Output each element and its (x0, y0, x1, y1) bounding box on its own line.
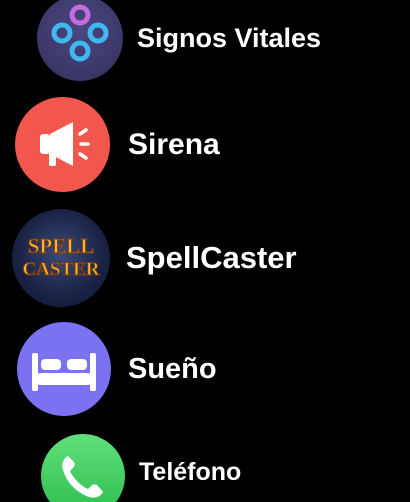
watch-app-list: Signos Vitales Sirena SPELL CASTER Spell… (0, 0, 410, 502)
app-label-sirena: Sirena (128, 127, 220, 161)
vital-signs-icon (37, 0, 123, 81)
spellcaster-logo-icon: SPELL CASTER (12, 209, 110, 307)
siren-megaphone-icon (15, 97, 110, 192)
app-label-sueno: Sueño (128, 352, 217, 385)
spellcaster-logo-text-bottom: CASTER (22, 259, 99, 280)
app-row-signos-vitales[interactable]: Signos Vitales (37, 0, 321, 81)
app-label-signos-vitales: Signos Vitales (137, 22, 322, 53)
spellcaster-logo-text-top: SPELL (28, 234, 95, 258)
phone-icon (41, 434, 125, 502)
app-row-sueno[interactable]: Sueño (17, 322, 217, 416)
app-row-sirena[interactable]: Sirena (15, 97, 220, 192)
app-row-spellcaster[interactable]: SPELL CASTER SpellCaster (12, 209, 297, 307)
app-label-spellcaster: SpellCaster (126, 240, 297, 275)
bed-icon (17, 322, 111, 416)
app-row-telefono[interactable]: Teléfono (41, 434, 241, 502)
app-label-telefono: Teléfono (139, 457, 242, 486)
